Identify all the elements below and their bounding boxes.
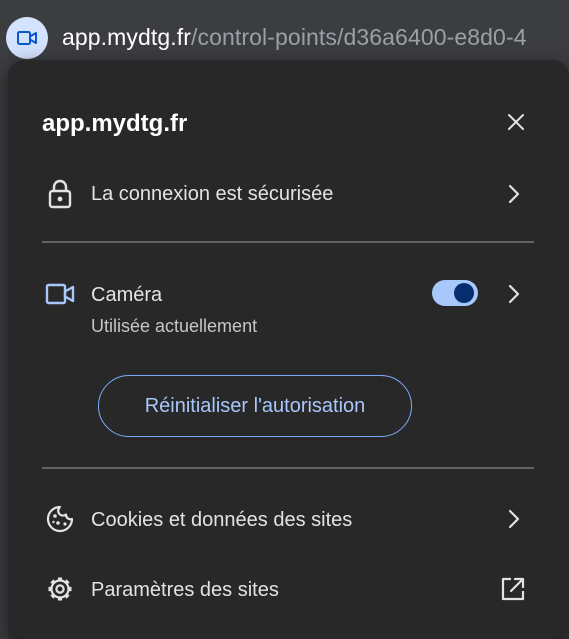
cookies-row[interactable]: Cookies et données des sites — [8, 501, 569, 537]
url-text[interactable]: app.mydtg.fr/control-points/d36a6400-e8d… — [62, 24, 527, 51]
bubble-title: app.mydtg.fr — [42, 110, 188, 137]
camera-icon — [17, 31, 37, 45]
site-settings-row[interactable]: Paramètres des sites — [8, 571, 569, 607]
url-host: app.mydtg.fr — [62, 24, 192, 50]
site-info-chip[interactable] — [6, 17, 48, 59]
close-button[interactable] — [498, 104, 534, 140]
toggle-knob — [454, 283, 474, 303]
camera-label: Caméra — [91, 284, 163, 306]
chevron-right-icon — [504, 284, 524, 304]
url-path: /control-points/d36a6400-e8d0-4 — [191, 24, 527, 50]
camera-toggle[interactable] — [432, 280, 478, 306]
close-icon — [508, 114, 524, 130]
site-settings-label: Paramètres des sites — [91, 579, 279, 601]
open-external-icon — [500, 576, 526, 602]
page-info-bubble: app.mydtg.fr La connexion est sécurisée — [8, 60, 569, 639]
divider — [42, 241, 534, 243]
divider — [42, 467, 534, 469]
lock-icon — [42, 176, 78, 212]
gear-icon — [42, 571, 78, 607]
chevron-right-icon — [504, 509, 524, 529]
camera-status: Utilisée actuellement — [91, 316, 258, 336]
chevron-right-icon — [504, 184, 524, 204]
cookie-icon — [42, 501, 78, 537]
page-backdrop — [0, 80, 8, 639]
cookies-label: Cookies et données des sites — [91, 509, 353, 531]
camera-permission-row[interactable]: Caméra — [8, 276, 569, 312]
reset-permission-button[interactable]: Réinitialiser l'autorisation — [98, 375, 412, 437]
connection-row[interactable]: La connexion est sécurisée — [8, 176, 569, 212]
connection-label: La connexion est sécurisée — [91, 183, 334, 205]
video-camera-icon — [42, 276, 78, 312]
